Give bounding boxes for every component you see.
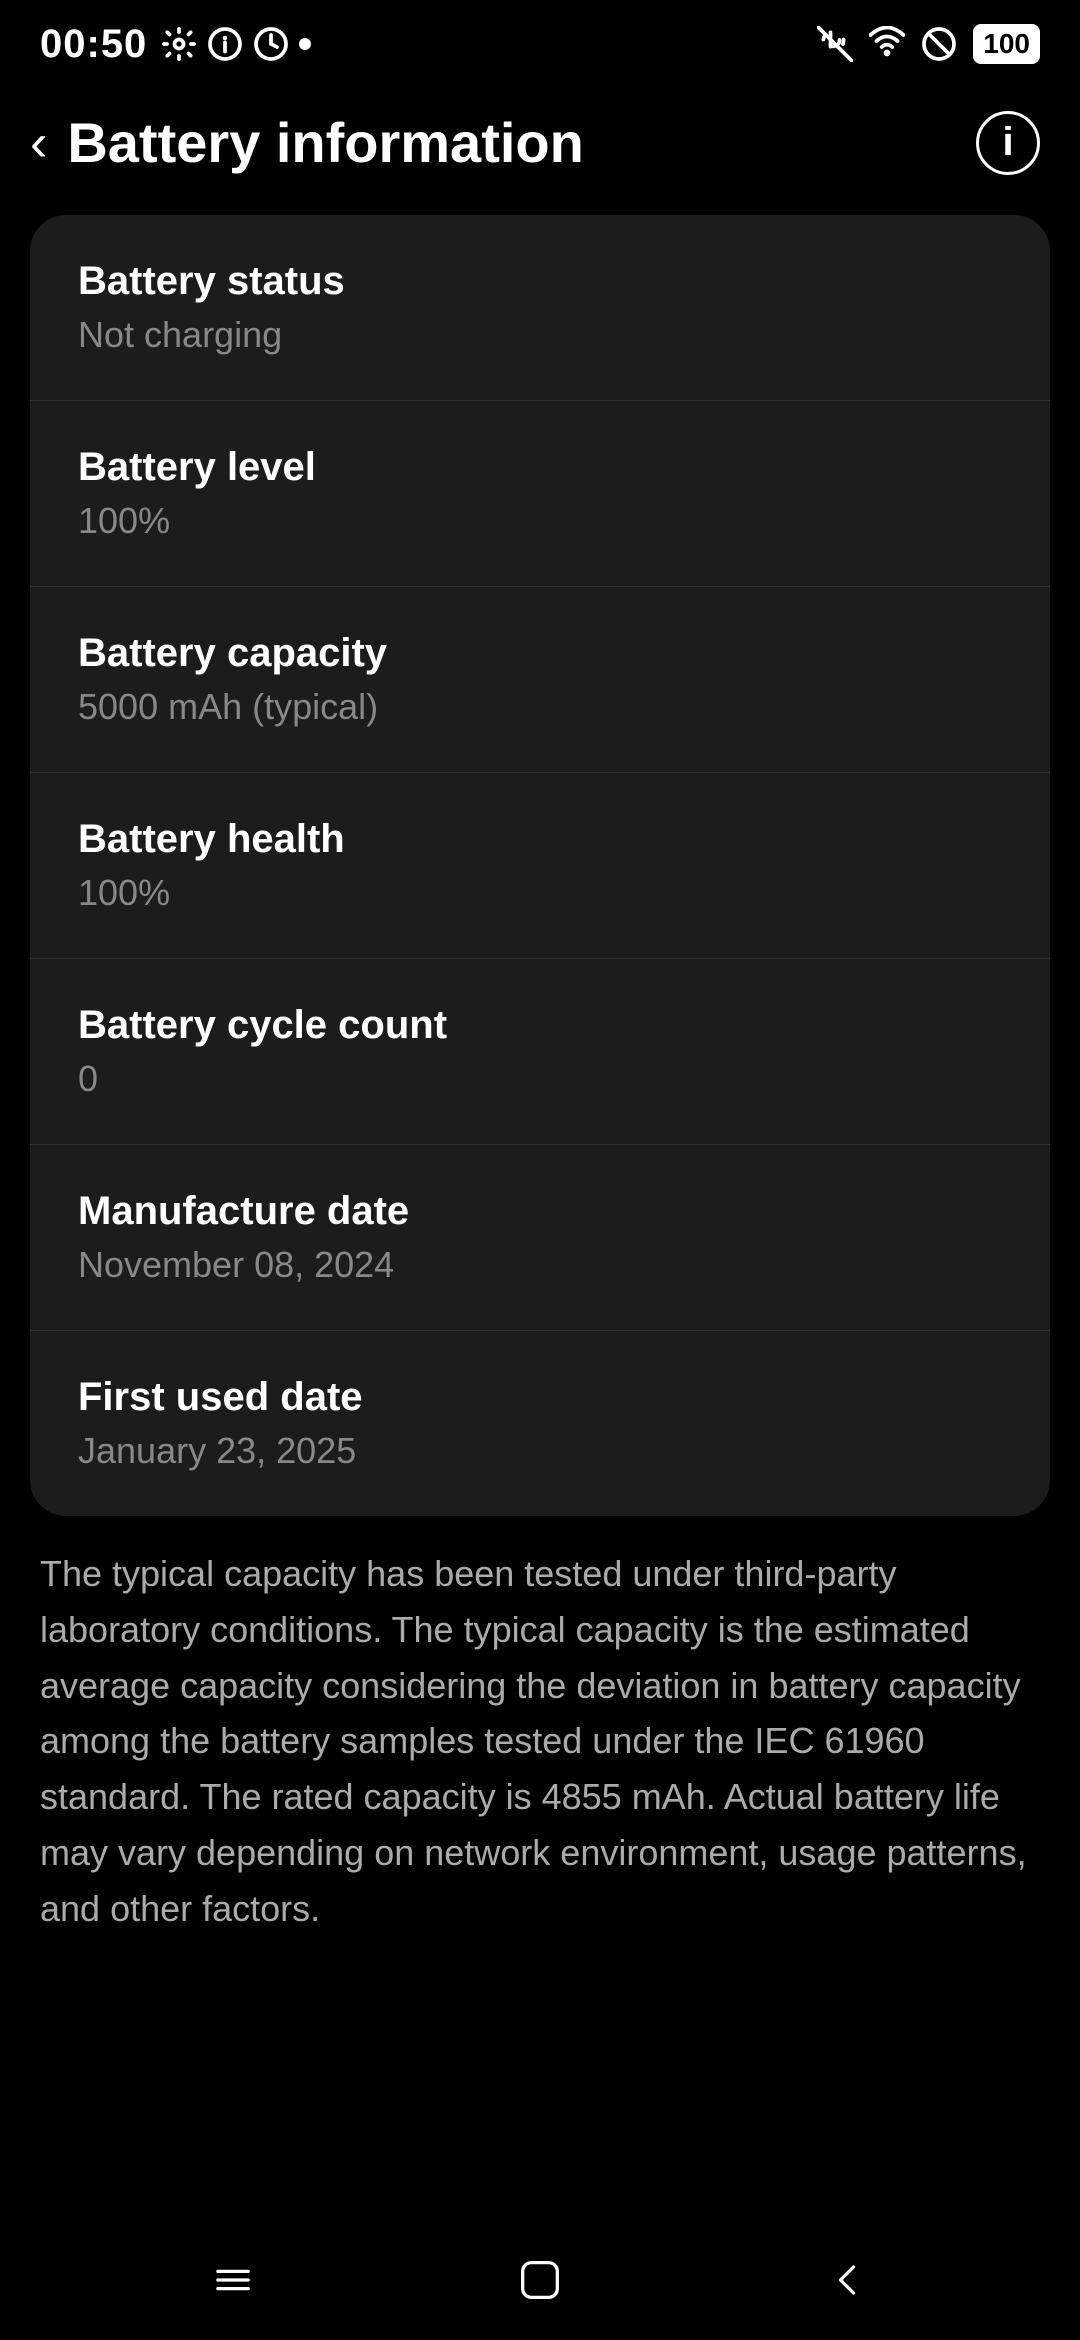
block-icon: [921, 26, 957, 62]
battery-indicator: 100: [973, 24, 1040, 64]
battery-info-card: Battery status Not charging Battery leve…: [30, 215, 1050, 1516]
manufacture-date-value: November 08, 2024: [78, 1244, 1002, 1286]
battery-level-label: Battery level: [78, 445, 1002, 490]
battery-status-value: Not charging: [78, 314, 1002, 356]
first-used-date-value: January 23, 2025: [78, 1430, 1002, 1472]
info-circle-button[interactable]: i: [976, 111, 1040, 175]
battery-cycle-label: Battery cycle count: [78, 1003, 1002, 1048]
battery-status-item: Battery status Not charging: [30, 215, 1050, 401]
battery-level-value: 100%: [78, 500, 1002, 542]
mute-icon: [817, 26, 853, 62]
gear-icon: [161, 26, 197, 62]
notification-dot: [299, 38, 311, 50]
home-icon: [514, 2254, 566, 2306]
disclaimer-text: The typical capacity has been tested und…: [40, 1546, 1040, 1937]
header-left: ‹ Battery information: [30, 110, 584, 175]
battery-capacity-label: Battery capacity: [78, 631, 1002, 676]
wifi-icon: [869, 26, 905, 62]
manufacture-date-item: Manufacture date November 08, 2024: [30, 1145, 1050, 1331]
battery-capacity-value: 5000 mAh (typical): [78, 686, 1002, 728]
home-button[interactable]: [514, 2254, 566, 2306]
status-bar-right: 100: [817, 24, 1040, 64]
first-used-date-label: First used date: [78, 1375, 1002, 1420]
status-time: 00:50: [40, 22, 147, 67]
recent-apps-icon: [207, 2254, 259, 2306]
navigation-bar: [0, 2220, 1080, 2340]
back-nav-button[interactable]: [821, 2254, 873, 2306]
header: ‹ Battery information i: [0, 80, 1080, 205]
disclaimer-section: The typical capacity has been tested und…: [30, 1546, 1050, 1937]
clock-icon: [253, 26, 289, 62]
battery-cycle-value: 0: [78, 1058, 1002, 1100]
status-icons-left: [161, 26, 311, 62]
status-bar: 00:50: [0, 0, 1080, 80]
first-used-date-item: First used date January 23, 2025: [30, 1331, 1050, 1516]
battery-health-label: Battery health: [78, 817, 1002, 862]
battery-status-label: Battery status: [78, 259, 1002, 304]
info-status-icon: [207, 26, 243, 62]
back-button[interactable]: ‹: [30, 117, 47, 169]
battery-percent: 100: [983, 28, 1030, 60]
status-bar-left: 00:50: [40, 22, 311, 67]
info-button-label: i: [1002, 120, 1013, 165]
battery-capacity-item: Battery capacity 5000 mAh (typical): [30, 587, 1050, 773]
battery-health-value: 100%: [78, 872, 1002, 914]
back-nav-icon: [821, 2254, 873, 2306]
battery-health-item: Battery health 100%: [30, 773, 1050, 959]
battery-level-item: Battery level 100%: [30, 401, 1050, 587]
manufacture-date-label: Manufacture date: [78, 1189, 1002, 1234]
page-title: Battery information: [67, 110, 584, 175]
battery-cycle-item: Battery cycle count 0: [30, 959, 1050, 1145]
recent-apps-button[interactable]: [207, 2254, 259, 2306]
